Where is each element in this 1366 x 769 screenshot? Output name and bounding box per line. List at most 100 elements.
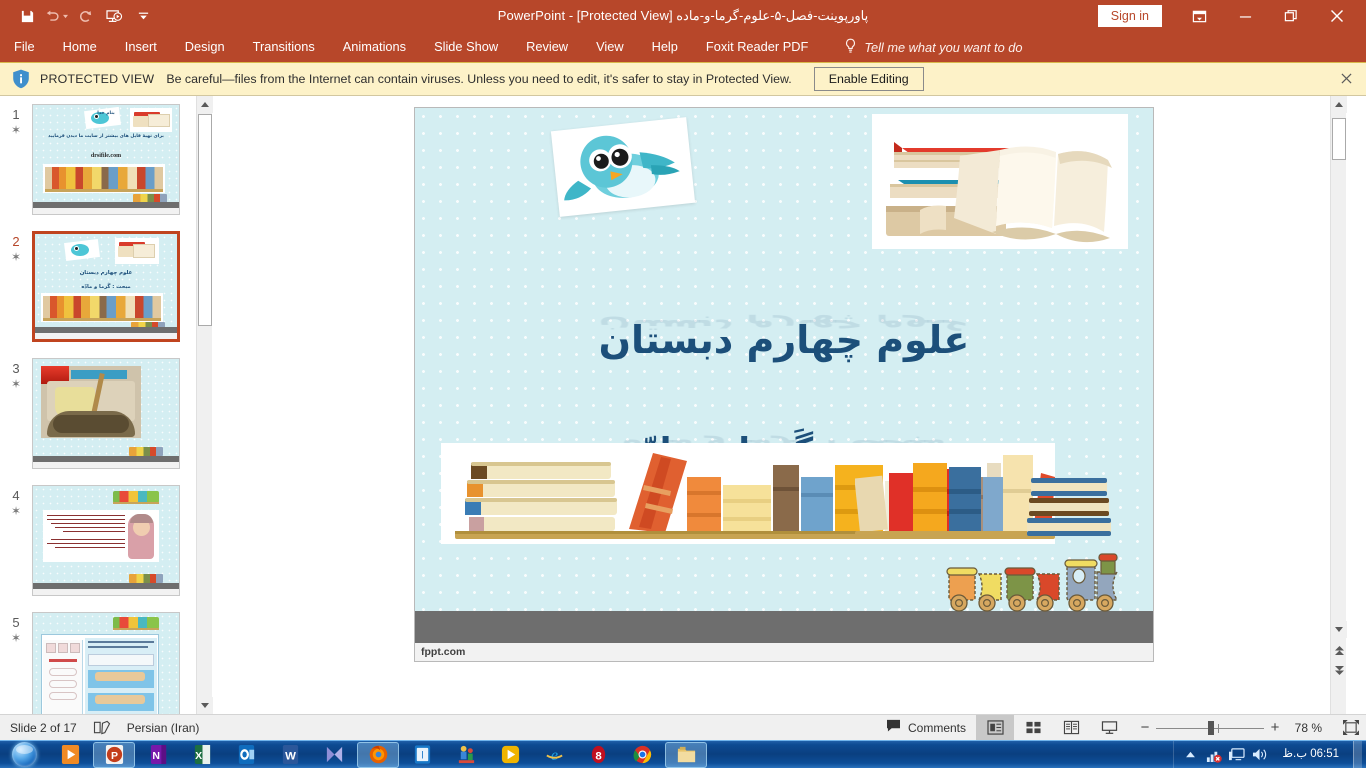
toy-train-image[interactable]	[943, 548, 1139, 616]
fit-to-window-icon[interactable]	[1336, 715, 1366, 741]
tab-foxit-reader-pdf[interactable]: Foxit Reader PDF	[692, 32, 822, 62]
start-slideshow-icon[interactable]	[101, 4, 127, 28]
zoom-slider[interactable]	[1156, 715, 1264, 741]
taskbar-clock[interactable]: 06:51 ب.ظ	[1274, 748, 1347, 761]
taskbar-excel[interactable]: X	[181, 742, 223, 768]
thumbnail-slide-5[interactable]	[32, 612, 180, 714]
quick-access-toolbar	[0, 4, 156, 28]
system-tray: 06:51 ب.ظ	[1173, 740, 1366, 769]
slide-counter[interactable]: Slide 2 of 17	[0, 715, 87, 741]
taskbar-file-explorer[interactable]	[665, 741, 707, 768]
undo-icon[interactable]	[43, 4, 69, 28]
thumbnail-slide-2[interactable]: علوم چهارم دبستان مبحث : گَرما و مادّه	[32, 231, 180, 342]
thumbnail-text: drsifile.com	[90, 153, 122, 159]
tab-view[interactable]: View	[582, 32, 638, 62]
taskbar-vlc[interactable]	[489, 742, 531, 768]
customize-quick-access-icon[interactable]	[130, 4, 156, 28]
reading-view-icon[interactable]	[1052, 715, 1090, 741]
taskbar-chrome[interactable]	[621, 742, 663, 768]
taskbar-internet-explorer[interactable]: e	[533, 742, 575, 768]
thumbnail-text: بنام خدا	[97, 111, 115, 116]
next-slide-icon[interactable]	[1331, 662, 1347, 679]
language-indicator[interactable]: Persian (Iran)	[117, 715, 210, 741]
tab-home[interactable]: Home	[49, 32, 111, 62]
zoom-level-label[interactable]: 78 %	[1286, 721, 1330, 735]
zoom-in-button[interactable]: +	[1264, 719, 1286, 736]
enable-editing-button[interactable]: Enable Editing	[813, 67, 924, 91]
current-slide[interactable]: علوم چهارم دبستان علوم چهارم دبستان مبحث…	[414, 107, 1154, 662]
thumbnail-slide-3[interactable]	[32, 358, 180, 469]
comments-button[interactable]: Comments	[876, 715, 976, 741]
show-desktop-button[interactable]	[1353, 740, 1362, 769]
slide-show-view-icon[interactable]	[1090, 715, 1128, 741]
taskbar-outlook[interactable]	[225, 742, 267, 768]
minimize-icon[interactable]	[1222, 0, 1268, 32]
slide-editing-area[interactable]: علوم چهارم دبستان علوم چهارم دبستان مبحث…	[213, 96, 1330, 714]
scroll-down-icon[interactable]	[197, 697, 213, 714]
taskbar-bitcoin-app[interactable]: 8	[577, 742, 619, 768]
comment-icon	[886, 715, 901, 741]
taskbar-powerpoint[interactable]: P	[93, 741, 135, 768]
tab-transitions[interactable]: Transitions	[239, 32, 329, 62]
restore-icon[interactable]	[1268, 0, 1314, 32]
scroll-up-icon[interactable]	[197, 96, 213, 113]
workspace: 1 ✶ بنام خدا برای تهیهٔ فایل های بیشتر از…	[0, 96, 1366, 714]
normal-view-icon[interactable]	[976, 714, 1014, 741]
books-stack-image[interactable]	[872, 114, 1128, 249]
network-error-icon[interactable]	[1205, 746, 1223, 763]
thumbnail-number: 3 ✶	[0, 358, 32, 469]
volume-icon[interactable]	[1251, 746, 1268, 763]
sign-in-button[interactable]: Sign in	[1097, 5, 1162, 27]
list-item[interactable]: 3 ✶	[0, 358, 196, 469]
bookshelf-image-right[interactable]	[854, 443, 1055, 544]
tab-help[interactable]: Help	[638, 32, 692, 62]
bird-card-image[interactable]	[550, 117, 696, 217]
taskbar-firefox[interactable]	[357, 741, 399, 768]
scroll-down-icon[interactable]	[1331, 621, 1347, 638]
bookshelf-stack-right-image[interactable]	[1027, 453, 1117, 544]
slide-thumbnail-pane[interactable]: 1 ✶ بنام خدا برای تهیهٔ فایل های بیشتر از…	[0, 96, 196, 714]
tab-file[interactable]: File	[0, 32, 49, 62]
slide-sorter-view-icon[interactable]	[1014, 715, 1052, 741]
svg-text:ا: ا	[421, 750, 424, 761]
list-item[interactable]: 1 ✶ بنام خدا برای تهیهٔ فایل های بیشتر از…	[0, 104, 196, 215]
scrollbar-thumb[interactable]	[1332, 118, 1346, 160]
windows-start-orb[interactable]	[0, 741, 48, 769]
title-bar: پاورپوینت-فصل-۵-علوم-گرما-و-ماده [Protec…	[0, 0, 1366, 32]
tell-me-search[interactable]: Tell me what you want to do	[844, 38, 1022, 57]
taskbar-onenote[interactable]: N	[137, 742, 179, 768]
thumbnail-text: علوم چهارم دبستان	[79, 270, 133, 276]
tab-animations[interactable]: Animations	[329, 32, 420, 62]
taskbar-movie-maker[interactable]	[313, 742, 355, 768]
taskbar-netsupport[interactable]	[445, 742, 487, 768]
zoom-out-button[interactable]: −	[1134, 719, 1156, 736]
ribbon-display-options-icon[interactable]	[1176, 0, 1222, 32]
zoom-slider-handle[interactable]	[1208, 720, 1214, 735]
slide-title-primary[interactable]: علوم چهارم دبستان	[415, 318, 1153, 362]
previous-slide-icon[interactable]	[1331, 642, 1347, 659]
close-icon[interactable]	[1314, 0, 1360, 32]
list-item[interactable]: 4 ✶	[0, 485, 196, 596]
list-item[interactable]: 2 ✶ علوم چهارم دبستان مبحث : گَرما و مادّ…	[0, 231, 196, 342]
thumbnail-scrollbar[interactable]	[196, 96, 213, 714]
taskbar-word[interactable]: W	[269, 742, 311, 768]
close-banner-icon[interactable]	[1338, 72, 1354, 88]
tab-insert[interactable]: Insert	[111, 32, 171, 62]
list-item[interactable]: 5 ✶	[0, 612, 196, 714]
save-icon[interactable]	[14, 4, 40, 28]
taskbar-dictionary[interactable]: ا	[401, 742, 443, 768]
tab-design[interactable]: Design	[171, 32, 239, 62]
svg-text:W: W	[285, 750, 296, 762]
scrollbar-thumb[interactable]	[198, 114, 212, 326]
show-hidden-icons-icon[interactable]	[1182, 746, 1199, 763]
thumbnail-slide-1[interactable]: بنام خدا برای تهیهٔ فایل های بیشتر از سا…	[32, 104, 180, 215]
redo-icon[interactable]	[72, 4, 98, 28]
tab-slide-show[interactable]: Slide Show	[420, 32, 512, 62]
display-icon[interactable]	[1228, 746, 1245, 763]
scroll-up-icon[interactable]	[1331, 96, 1347, 113]
tab-review[interactable]: Review	[512, 32, 582, 62]
taskbar-media-player[interactable]	[49, 742, 91, 768]
thumbnail-slide-4[interactable]	[32, 485, 180, 596]
notes-icon[interactable]	[87, 715, 117, 741]
slide-scrollbar[interactable]	[1330, 96, 1347, 714]
